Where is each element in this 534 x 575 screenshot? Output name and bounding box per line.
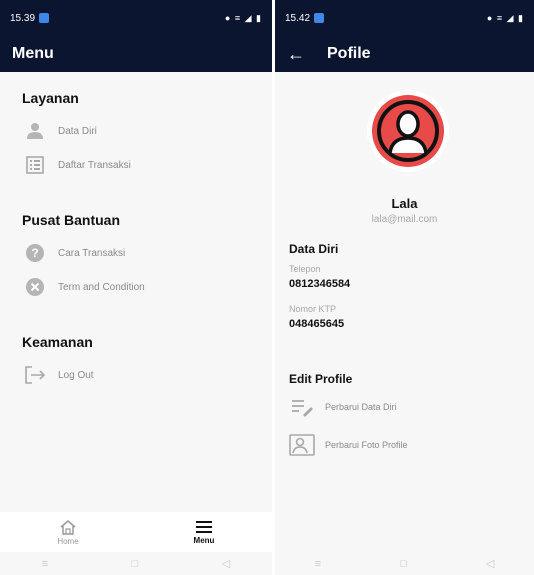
profile-name: Lala [391,196,418,211]
menu-item-cara-transaksi[interactable]: ? Cara Transaksi [0,236,272,270]
app-bar: Menu [0,36,272,72]
menu-item-label: Perbarui Data Diri [325,402,397,412]
back-triangle-icon[interactable]: ◁ [222,557,230,570]
menu-icon [195,520,213,536]
help-icon: ? [24,242,46,264]
status-time-text: 15.39 [10,12,36,24]
menu-item-term-condition[interactable]: Term and Condition [0,270,272,304]
home-icon [59,519,77,537]
phone-label: Telepon [289,264,321,274]
menu-item-log-out[interactable]: Log Out [0,358,272,392]
bottom-navigation: Home Menu [0,512,272,552]
menu-screen: 15.39 ● ≡ ◢ ▮ Menu Layanan Data Diri Daf… [0,0,272,575]
status-bar: 15.42 ● ≡ ◢ ▮ [275,0,534,36]
section-title-pusat-bantuan: Pusat Bantuan [22,212,121,228]
home-square-icon[interactable]: □ [132,558,139,570]
home-square-icon[interactable]: □ [400,558,407,570]
notification-icon [314,13,325,23]
ktp-value: 048465645 [289,318,345,330]
menu-item-label: Cara Transaksi [58,247,126,259]
section-title-keamanan: Keamanan [22,334,93,350]
profile-email: lala@mail.com [371,214,438,225]
nav-menu-label: Menu [193,535,215,545]
menu-item-label: Perbarui Foto Profile [325,440,408,450]
logout-icon [24,364,46,386]
avatar-icon [372,95,444,167]
status-time: 15.39 [10,12,50,24]
page-title: Pofile [327,45,371,62]
status-icons: ● ≡ ◢ ▮ [224,12,262,23]
notification-icon [39,13,50,23]
svg-text:?: ? [31,246,38,260]
close-circle-icon [24,276,46,298]
ktp-label: Nomor KTP [289,304,337,314]
person-icon [24,120,46,142]
profile-screen: 15.42 ● ≡ ◢ ▮ ← Pofile Lala lala@mail.co… [275,0,534,575]
profile-card-icon [289,433,315,457]
edit-list-icon [289,395,315,419]
section-title-layanan: Layanan [22,90,79,106]
menu-item-daftar-transaksi[interactable]: Daftar Transaksi [0,148,272,182]
recents-icon[interactable]: ≡ [315,558,321,570]
system-nav-bar: ≡ □ ◁ [275,552,534,575]
status-bar: 15.39 ● ≡ ◢ ▮ [0,0,272,36]
avatar[interactable] [367,90,449,172]
menu-item-label: Daftar Transaksi [58,159,131,171]
page-title: Menu [12,45,54,62]
status-time-text: 15.42 [285,12,311,24]
recents-icon[interactable]: ≡ [42,558,48,570]
back-arrow-icon[interactable]: ← [287,44,305,65]
menu-item-perbarui-data-diri[interactable]: Perbarui Data Diri [289,395,397,419]
section-title-data-diri: Data Diri [289,242,339,256]
system-nav-bar: ≡ □ ◁ [0,552,272,575]
nav-home[interactable]: Home [0,512,136,552]
app-bar: ← Pofile [275,36,534,72]
menu-item-perbarui-foto-profile[interactable]: Perbarui Foto Profile [289,433,408,457]
list-icon [24,154,46,176]
status-icons: ● ≡ ◢ ▮ [486,12,524,23]
phone-value: 0812346584 [289,278,351,290]
status-time: 15.42 [285,12,325,24]
menu-item-data-diri[interactable]: Data Diri [0,114,272,148]
menu-item-label: Log Out [58,369,94,381]
nav-home-label: Home [57,536,79,546]
section-title-edit-profile: Edit Profile [289,372,353,386]
menu-item-label: Term and Condition [58,281,145,293]
nav-menu[interactable]: Menu [136,512,272,552]
back-triangle-icon[interactable]: ◁ [486,557,494,570]
menu-item-label: Data Diri [58,125,97,137]
